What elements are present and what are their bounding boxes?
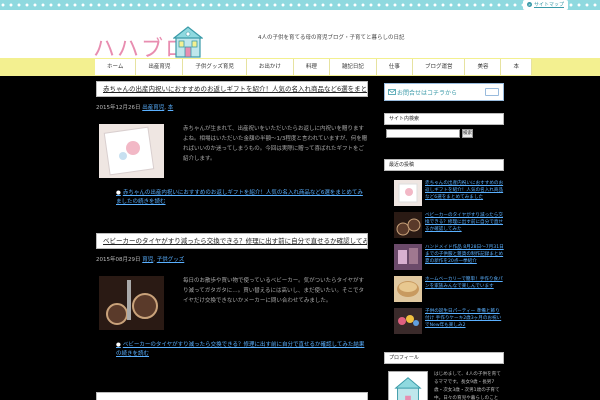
recent-post-title: ベビーカーのタイヤがすり減ったら交換できる？修理に出す前に自分で直せるか確認して…: [425, 213, 504, 232]
nav-item-work[interactable]: 仕事: [376, 59, 413, 75]
sitemap-link[interactable]: » サイトマップ: [522, 0, 568, 10]
recent-post-item[interactable]: 赤ちゃんの出産内祝いにおすすめのお返しギフトを紹介！人気の名入れ商品など6選をま…: [394, 180, 504, 208]
nav-item-birth[interactable]: 出産育児: [136, 59, 184, 75]
arrow-circle-icon: »: [526, 2, 532, 7]
post-article: ベビーカーのタイヤがすり減ったら交換できる？修理に出す前に自分で直せるか確認して…: [96, 233, 368, 357]
recent-post-item[interactable]: ハンドメイド作品 8月28日〜7月31日までの子供服と雑貨の制作記録まとめ 夏の…: [394, 244, 504, 272]
post-category-link[interactable]: 出産育児: [142, 105, 164, 111]
mail-icon: [388, 89, 396, 95]
arrow-right-icon: [485, 88, 499, 96]
nav-item-beauty[interactable]: 美容: [465, 59, 502, 75]
house-icon: [173, 26, 203, 58]
contact-button[interactable]: お問合せはコチラから: [384, 83, 504, 101]
nav-item-diary[interactable]: 雑記日記: [329, 59, 377, 75]
post-title-link[interactable]: [96, 392, 368, 400]
global-nav-bar: ホーム 出産育児 子供グッズ育児 お出かけ 料理 雑記日記 仕事 ブログ運営 美…: [0, 58, 600, 76]
post-article: [96, 392, 368, 400]
nav-item-blog[interactable]: ブログ運営: [412, 59, 466, 75]
post-excerpt: 赤ちゃんが生まれて、出産祝いをいただいたらお返しに内祝いを贈りますよね。相場はい…: [183, 126, 368, 162]
nav-item-outing[interactable]: お出かけ: [246, 59, 294, 75]
nav-item-cooking[interactable]: 料理: [293, 59, 330, 75]
recent-post-thumbnail: [394, 212, 422, 238]
recent-post-thumbnail: [394, 244, 422, 270]
recent-post-thumbnail: [394, 276, 422, 302]
recent-post-item[interactable]: 子供の誕生日パーティー 準備と飾り付け 手作りケーキ2歳3ヶ月のお祝いでNew年…: [394, 308, 504, 336]
post-category-link[interactable]: 本: [168, 105, 174, 111]
read-more-link[interactable]: ● 赤ちゃんの出産内祝いにおすすめのお返しギフトを紹介！人気の名入れ商品など6選を…: [116, 189, 368, 207]
profile-image: [388, 371, 428, 400]
read-more-label: ベビーカーのタイヤがすり減ったら交換できる？修理に出す前に自分で直せるか確認して…: [116, 342, 365, 357]
post-article: 赤ちゃんの出産内祝いにおすすめのお返しギフトを紹介！人気の名入れ商品など6選をま…: [96, 81, 368, 205]
recent-post-thumbnail: [394, 308, 422, 334]
bullet-icon: ●: [116, 342, 121, 348]
read-more-label: 赤ちゃんの出産内祝いにおすすめのお返しギフトを紹介！人気の名入れ商品など6選をま…: [116, 190, 363, 205]
site-tagline: 4人の子供を育てる母の育児ブログ・子育てと暮らしの日記: [258, 35, 405, 41]
site-header: ハハブロ 4人の子供を育てる母の育児ブログ・子育てと暮らしの日記: [0, 10, 600, 62]
post-thumbnail[interactable]: [99, 124, 164, 178]
search-button[interactable]: 検索: [462, 129, 473, 138]
post-date: 2015年08月29日: [96, 257, 141, 263]
recent-post-title: 子供の誕生日パーティー 準備と飾り付け 手作りケーキ2歳3ヶ月のお祝いでNew年…: [425, 309, 502, 328]
post-date: 2015年12月26日: [96, 105, 141, 111]
recent-post-title: ホームベーカリーで簡単！手作り食パンを家族みんなで楽しんでいます: [425, 277, 503, 289]
recent-posts-heading: 最近の投稿: [384, 159, 504, 171]
post-category-link[interactable]: 育児: [142, 257, 153, 263]
nav-item-home[interactable]: ホーム: [95, 59, 137, 75]
recent-post-title: ハンドメイド作品 8月28日〜7月31日までの子供服と雑貨の制作記録まとめ 夏の…: [425, 245, 504, 264]
post-title-link[interactable]: 赤ちゃんの出産内祝いにおすすめのお返しギフトを紹介！人気の名入れ商品など6選をま…: [96, 81, 368, 97]
profile-text: はじめまして、4人の子供を育てるママです。長女9歳・長男7歳・次女3歳・次男1歳…: [434, 372, 501, 400]
recent-post-item[interactable]: ベビーカーのタイヤがすり減ったら交換できる？修理に出す前に自分で直せるか確認して…: [394, 212, 504, 240]
top-pattern-bar: [0, 0, 600, 10]
post-category-link[interactable]: 子供グッズ: [157, 257, 185, 263]
post-thumbnail[interactable]: [99, 276, 164, 330]
post-meta: 2015年12月26日 出産育児, 本: [96, 105, 174, 111]
post-excerpt: 毎日のお散歩や買い物で使っているベビーカー。気がついたらタイヤがすり減ってガタガ…: [183, 278, 365, 304]
recent-post-thumbnail: [394, 180, 422, 206]
post-title-link[interactable]: ベビーカーのタイヤがすり減ったら交換できる？修理に出す前に自分で直せるか確認して…: [96, 233, 368, 249]
post-meta: 2015年08月29日 育児, 子供グッズ: [96, 257, 185, 263]
recent-post-title: 赤ちゃんの出産内祝いにおすすめのお返しギフトを紹介！人気の名入れ商品など6選をま…: [425, 181, 504, 200]
sitemap-label: サイトマップ: [533, 2, 564, 8]
read-more-link[interactable]: ● ベビーカーのタイヤがすり減ったら交換できる？修理に出す前に自分で直せるか確認し…: [116, 341, 368, 359]
recent-post-item[interactable]: ホームベーカリーで簡単！手作り食パンを家族みんなで楽しんでいます: [394, 276, 504, 304]
contact-label: お問合せはコチラから: [397, 90, 458, 97]
nav-item-goods[interactable]: 子供グッズ育児: [183, 59, 247, 75]
bullet-icon: ●: [116, 190, 121, 196]
nav-item-books[interactable]: 本: [501, 59, 532, 75]
global-nav: ホーム 出産育児 子供グッズ育児 お出かけ 料理 雑記日記 仕事 ブログ運営 美…: [95, 58, 532, 76]
search-input[interactable]: [386, 129, 460, 138]
profile-heading: プロフィール: [384, 352, 504, 364]
search-widget-heading: サイト内検索: [384, 113, 504, 125]
